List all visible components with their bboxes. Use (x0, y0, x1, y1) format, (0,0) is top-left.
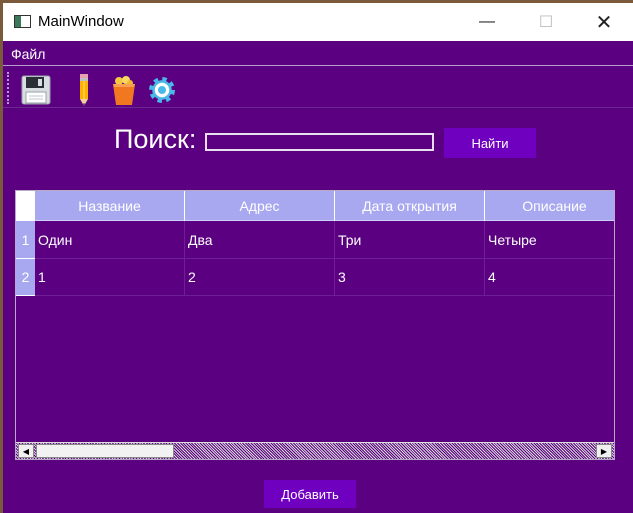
window-title: MainWindow (38, 13, 124, 30)
save-icon (21, 75, 51, 105)
table-cell[interactable]: Четыре (485, 221, 614, 259)
table-cell[interactable]: Три (335, 221, 485, 259)
search-label: Поиск: (114, 124, 197, 154)
menu-file[interactable]: Файл (11, 46, 45, 62)
gear-icon (149, 77, 175, 103)
main-window: MainWindow — ☐ ✕ Файл Поиск: Найти Назва… (3, 3, 633, 513)
table-cell[interactable]: 2 (185, 259, 335, 296)
trash-bin-icon (113, 76, 135, 105)
minimize-button[interactable]: — (458, 3, 516, 41)
grid-select-all-corner[interactable] (16, 191, 35, 221)
table-cell[interactable]: Два (185, 221, 335, 259)
title-bar[interactable]: MainWindow — ☐ ✕ (3, 3, 633, 41)
toolbar (3, 67, 633, 109)
table-cell[interactable]: 4 (485, 259, 614, 296)
save-button[interactable] (19, 73, 53, 107)
toolbar-grip[interactable] (7, 72, 9, 104)
row-header-2[interactable]: 2 (16, 259, 35, 296)
column-header-description[interactable]: Описание (485, 191, 614, 221)
app-window-icon (14, 15, 31, 28)
maximize-button[interactable]: ☐ (517, 3, 575, 41)
scroll-left-arrow-icon[interactable]: ◀ (18, 444, 34, 458)
row-header-1[interactable]: 1 (16, 221, 35, 259)
toolbar-divider (3, 107, 633, 108)
column-header-name[interactable]: Название (35, 191, 185, 221)
pencil-icon (80, 74, 88, 106)
menu-bar: Файл (3, 41, 633, 66)
column-header-open-date[interactable]: Дата открытия (335, 191, 485, 221)
table-cell[interactable]: 3 (335, 259, 485, 296)
search-input[interactable] (205, 133, 434, 151)
horizontal-scrollbar[interactable]: ◀ ▶ (16, 442, 614, 459)
add-button[interactable]: Добавить (264, 480, 356, 508)
delete-button[interactable] (107, 73, 141, 107)
table-cell[interactable]: 1 (35, 259, 185, 296)
settings-button[interactable] (145, 73, 179, 107)
scroll-right-arrow-icon[interactable]: ▶ (596, 444, 612, 458)
data-grid[interactable]: Название Адрес Дата открытия Описание 1 … (15, 190, 615, 460)
search-button[interactable]: Найти (444, 128, 536, 158)
close-button[interactable]: ✕ (575, 3, 633, 41)
column-header-address[interactable]: Адрес (185, 191, 335, 221)
scrollbar-thumb[interactable] (36, 444, 174, 458)
table-cell[interactable]: Один (35, 221, 185, 259)
edit-button[interactable] (67, 73, 101, 107)
